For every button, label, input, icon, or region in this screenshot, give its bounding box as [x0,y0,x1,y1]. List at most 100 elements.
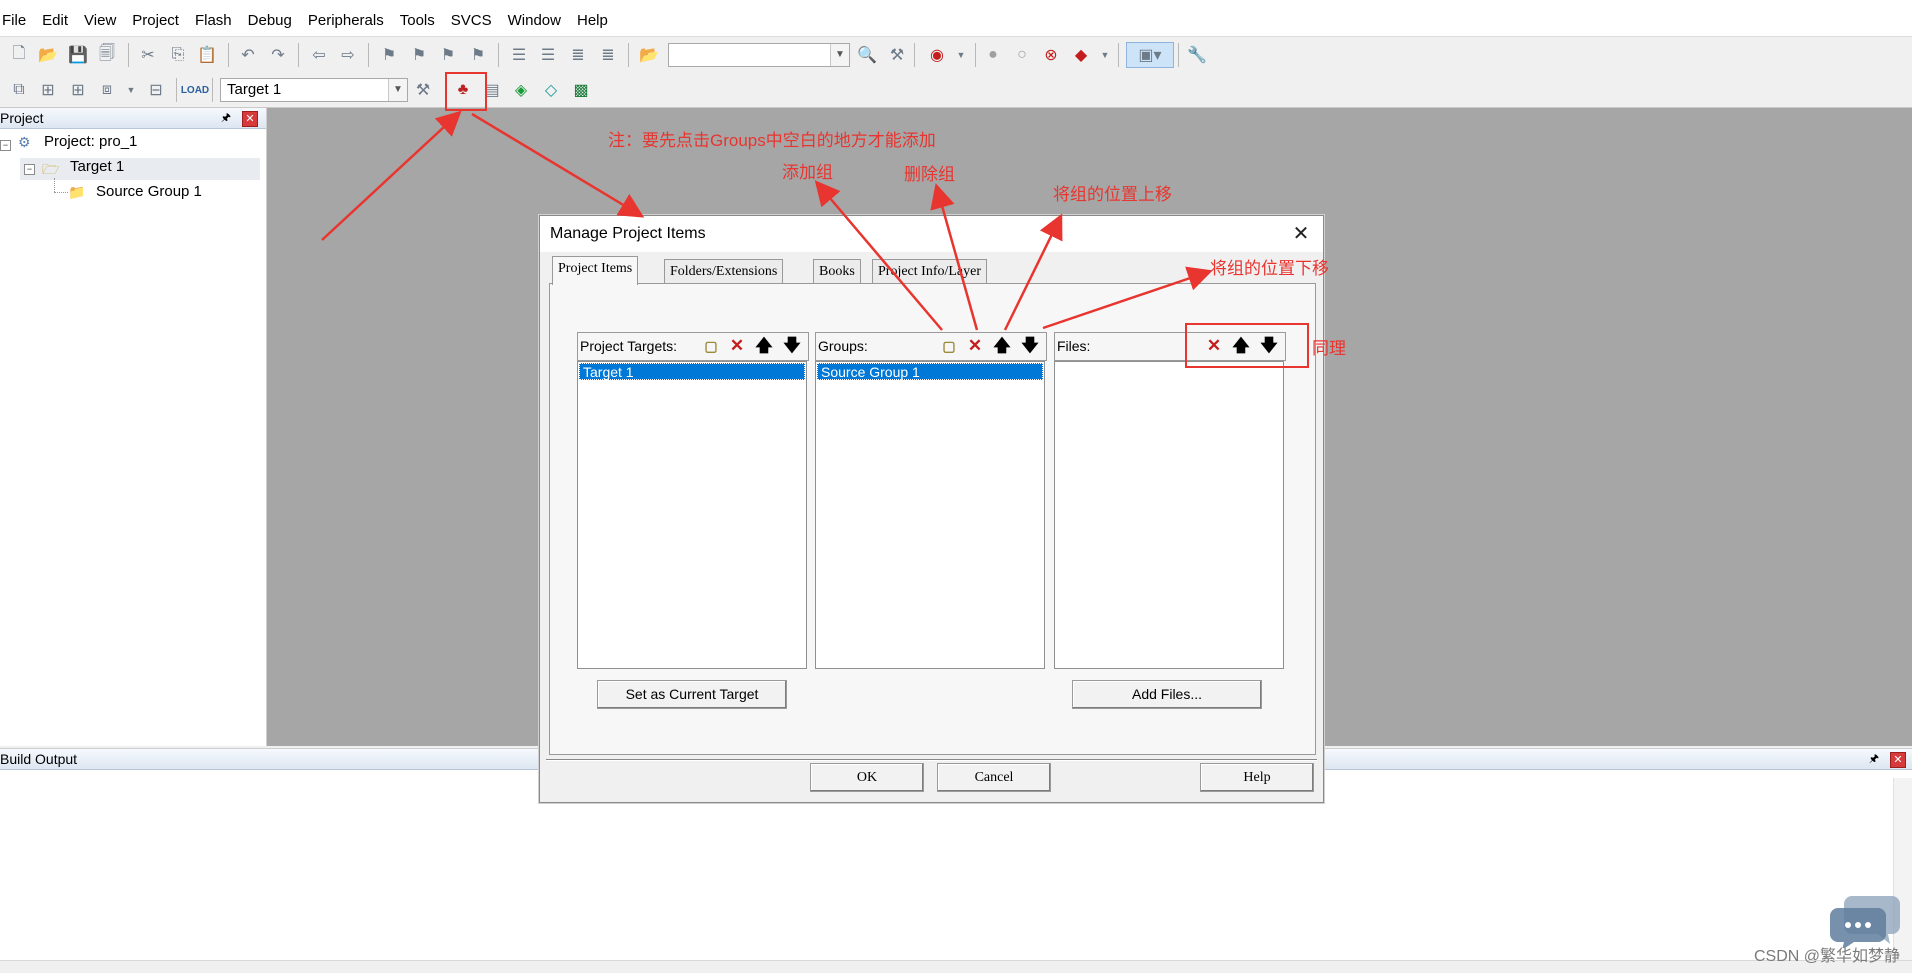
rebuild-icon[interactable]: ⊞ [67,79,89,101]
close-icon[interactable]: ✕ [1289,222,1313,246]
annotation-add-group: 添加组 [782,163,833,182]
manage-rte-icon[interactable]: ◇ [540,79,562,101]
menu-debug[interactable]: Debug [240,0,300,42]
build-icon[interactable]: ⊞ [37,79,59,101]
comment-icon[interactable]: ≣ [567,44,589,66]
chat-bubble-icon [1830,896,1900,948]
tab-project-items[interactable]: Project Items [552,256,639,285]
annotation-same: 同理 [1312,339,1346,358]
clear-bookmarks-icon[interactable]: ⚑ [467,44,489,66]
target-select[interactable]: Target 1 ▼ [220,78,408,102]
collapse-icon[interactable]: − [24,164,35,175]
collapse-icon[interactable]: − [0,140,11,151]
help-button[interactable]: Help [1200,763,1314,792]
status-bar [0,960,1912,973]
groups-list[interactable]: Source Group 1 [815,361,1045,669]
move-target-down-icon[interactable]: 🡇 [781,335,803,357]
project-pane: Project 🖈 ✕ − ⚙ Project: pro_1 − 🗁 Targe… [0,108,267,746]
nav-back-icon[interactable]: ⇦ [308,44,330,66]
annotation-move-down: 将组的位置下移 [1210,259,1329,278]
save-icon[interactable]: 💾 [67,44,89,66]
breakpoint-icon[interactable]: ● [982,44,1004,66]
targets-list[interactable]: Target 1 [577,361,807,669]
kill-breakpoints-icon[interactable]: ⊗ [1040,44,1062,66]
indent-icon[interactable]: ☰ [508,44,530,66]
chevron-down-icon[interactable]: ▼ [120,79,142,101]
cut-icon[interactable]: ✂ [137,44,159,66]
paste-icon[interactable]: 📋 [196,44,218,66]
tab-project-info-layer[interactable]: Project Info/Layer [872,259,988,284]
menu-view[interactable]: View [76,0,124,42]
tree-item-source-group[interactable]: Source Group 1 [96,181,202,203]
unindent-icon[interactable]: ☰ [537,44,559,66]
stop-build-icon[interactable]: ⊟ [145,79,167,101]
chevron-down-icon[interactable]: ▼ [388,79,407,101]
debug-session-icon[interactable]: ◉ [926,44,948,66]
copy-icon[interactable]: ⎘ [167,44,189,66]
tree-item-project[interactable]: Project: pro_1 [44,131,137,153]
find-in-files-icon[interactable]: 📂 [638,44,660,66]
configure-icon[interactable]: 🔧 [1186,44,1208,66]
pin-icon[interactable]: 🖈 [218,110,234,126]
translate-icon[interactable]: ⧉ [8,79,30,101]
redo-icon[interactable]: ↷ [267,44,289,66]
annotation-delete-group: 删除组 [904,165,955,184]
delete-group-icon[interactable]: ✕ [964,335,986,357]
target-options-icon[interactable]: ⚒ [412,79,434,101]
tab-folders-extensions[interactable]: Folders/Extensions [664,259,784,284]
set-current-target-button[interactable]: Set as Current Target [597,680,787,709]
save-all-icon[interactable]: 🗐 [96,44,118,66]
pack-installer-icon[interactable]: ▩ [570,79,592,101]
window-layout-icon[interactable]: ▣▾ [1126,42,1174,68]
batch-build-icon[interactable]: ⧈ [96,79,118,101]
prev-bookmark-icon[interactable]: ⚑ [408,44,430,66]
disable-breakpoint-icon[interactable]: ○ [1011,44,1033,66]
add-files-button[interactable]: Add Files... [1072,680,1262,709]
manage-project-items-dialog: Manage Project Items ✕ Project Items Fol… [539,215,1324,803]
groups-header: Groups: ▢ ✕ 🡅 🡇 [815,332,1047,361]
load-download-icon[interactable]: LOAD [181,79,209,101]
open-file-icon[interactable]: 📂 [37,44,59,66]
move-group-down-icon[interactable]: 🡇 [1019,335,1041,357]
chevron-down-icon[interactable]: ▼ [830,44,849,66]
ok-button[interactable]: OK [810,763,924,792]
breakpoint-window-icon[interactable]: ◆ [1070,44,1092,66]
menu-tools[interactable]: Tools [392,0,443,42]
list-item-target[interactable]: Target 1 [579,363,805,380]
menu-peripherals[interactable]: Peripherals [300,0,392,42]
menu-flash[interactable]: Flash [187,0,240,42]
list-item-group[interactable]: Source Group 1 [817,363,1043,380]
menu-edit[interactable]: Edit [34,0,76,42]
menu-file[interactable]: File [0,0,34,42]
menu-help[interactable]: Help [569,0,616,42]
new-target-icon[interactable]: ▢ [700,335,722,357]
move-group-up-icon[interactable]: 🡅 [991,335,1013,357]
undo-icon[interactable]: ↶ [237,44,259,66]
close-icon[interactable]: ✕ [1890,752,1906,768]
files-list[interactable] [1054,361,1284,669]
new-file-icon[interactable]: 🗋 [8,44,30,66]
chevron-down-icon[interactable]: ▼ [1094,44,1116,66]
tree-item-target[interactable]: Target 1 [70,156,124,178]
incremental-find-icon[interactable]: ⚒ [886,44,908,66]
cancel-button[interactable]: Cancel [937,763,1051,792]
menu-project[interactable]: Project [124,0,187,42]
chevron-down-icon[interactable]: ▼ [950,44,972,66]
close-icon[interactable]: ✕ [242,111,258,127]
delete-target-icon[interactable]: ✕ [726,335,748,357]
nav-forward-icon[interactable]: ⇨ [337,44,359,66]
uncomment-icon[interactable]: ≣ [597,44,619,66]
menu-window[interactable]: Window [500,0,569,42]
find-combo[interactable]: ▼ [668,43,850,67]
bookmark-icon[interactable]: ⚑ [378,44,400,66]
pin-icon[interactable]: 🖈 [1866,751,1882,767]
select-packs-icon[interactable]: ◈ [510,79,532,101]
new-group-icon[interactable]: ▢ [938,335,960,357]
menu-svcs[interactable]: SVCS [443,0,500,42]
groups-label: Groups: [818,338,868,354]
tab-books[interactable]: Books [813,259,861,284]
move-target-up-icon[interactable]: 🡅 [753,335,775,357]
find-icon[interactable]: 🔍 [856,44,878,66]
next-bookmark-icon[interactable]: ⚑ [437,44,459,66]
build-output-label: Build Output [0,751,78,767]
